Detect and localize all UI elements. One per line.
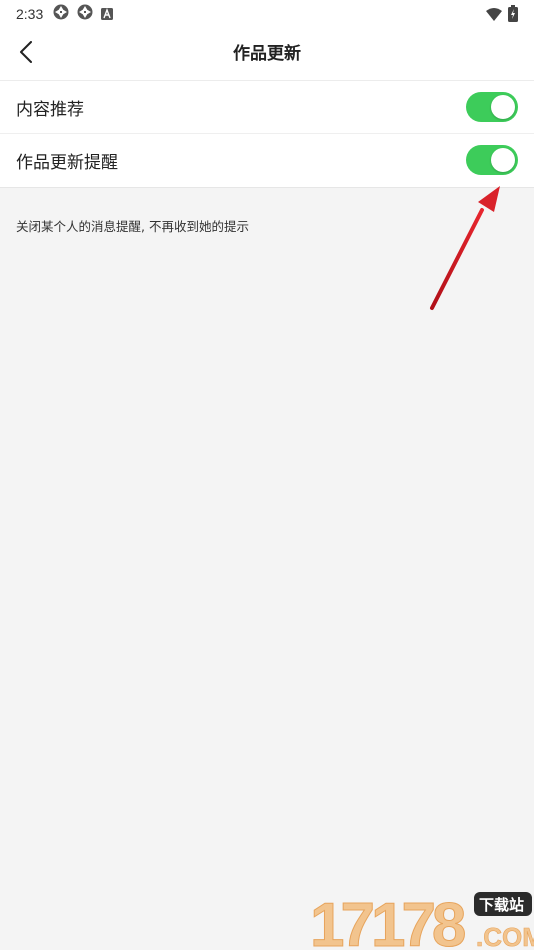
aperture-icon bbox=[77, 4, 93, 24]
svg-text:下载站: 下载站 bbox=[479, 896, 524, 914]
status-icons-left bbox=[53, 4, 114, 24]
status-icons-right bbox=[486, 5, 518, 26]
svg-text:.COM: .COM bbox=[476, 922, 534, 950]
setting-label: 作品更新提醒 bbox=[16, 153, 118, 173]
setting-label: 内容推荐 bbox=[16, 99, 84, 120]
aperture-icon bbox=[53, 4, 69, 24]
status-bar: 2:33 bbox=[0, 0, 534, 28]
hint-text: 关闭某个人的消息提醒, 不再收到她的提示 bbox=[16, 219, 249, 234]
status-time: 2:33 bbox=[16, 6, 44, 22]
svg-text:17178: 17178 bbox=[310, 891, 465, 950]
annotation-arrow bbox=[430, 186, 500, 310]
toggle-knob bbox=[491, 95, 515, 119]
battery-icon bbox=[508, 5, 518, 26]
app-bar: 作品更新 bbox=[0, 28, 534, 81]
wifi-icon bbox=[486, 6, 502, 25]
page-title: 作品更新 bbox=[233, 44, 301, 64]
watermark-logo: 17178 下载站 .COM bbox=[310, 891, 534, 950]
app-a-icon bbox=[101, 5, 114, 24]
setting-row-content-recommend: 内容推荐 bbox=[0, 81, 534, 134]
toggle-knob bbox=[491, 148, 515, 172]
settings-list: 内容推荐 作品更新提醒 bbox=[0, 81, 534, 188]
work-update-reminder-toggle[interactable] bbox=[466, 145, 518, 175]
content-recommend-toggle[interactable] bbox=[466, 92, 518, 122]
